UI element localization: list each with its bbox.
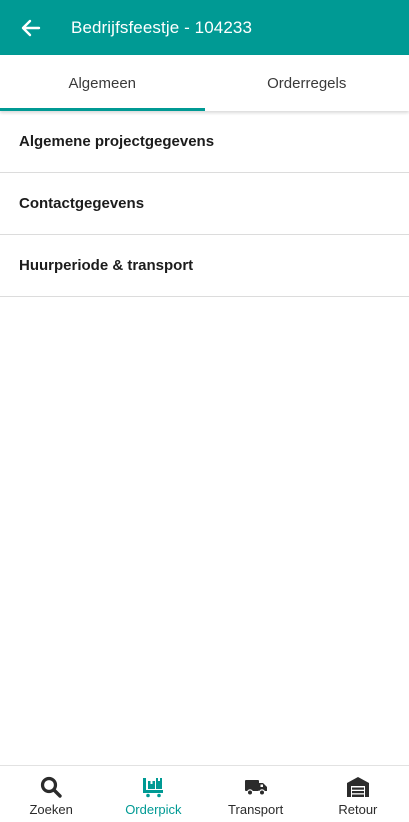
app-bar: Bedrijfsfeestje - 104233 bbox=[0, 0, 409, 55]
section-algemene-projectgegevens[interactable]: Algemene projectgegevens bbox=[0, 111, 409, 173]
warehouse-icon bbox=[346, 777, 369, 797]
tab-label: Orderregels bbox=[267, 74, 347, 92]
nav-item-retour[interactable]: Retour bbox=[307, 766, 409, 822]
search-icon bbox=[41, 776, 62, 798]
section-huurperiode-transport[interactable]: Huurperiode & transport bbox=[0, 235, 409, 297]
arrow-left-icon bbox=[21, 19, 41, 36]
nav-item-zoeken[interactable]: Zoeken bbox=[0, 766, 102, 822]
nav-item-orderpick[interactable]: Orderpick bbox=[102, 766, 204, 822]
truck-icon bbox=[244, 780, 267, 796]
tab-bar: Algemeen Orderregels bbox=[0, 55, 409, 111]
section-label: Huurperiode & transport bbox=[19, 257, 194, 274]
back-button[interactable] bbox=[0, 0, 62, 55]
pallet-icon bbox=[143, 778, 164, 798]
nav-label: Zoeken bbox=[29, 802, 73, 817]
section-contactgegevens[interactable]: Contactgegevens bbox=[0, 173, 409, 235]
nav-item-transport[interactable]: Transport bbox=[205, 766, 307, 822]
tab-orderregels[interactable]: Orderregels bbox=[205, 55, 409, 111]
section-label: Contactgegevens bbox=[19, 195, 145, 212]
nav-label: Retour bbox=[338, 802, 378, 817]
section-list: Algemene projectgegevens Contactgegevens… bbox=[0, 111, 409, 297]
tab-label: Algemeen bbox=[68, 74, 137, 92]
bottom-navigation: Zoeken Orderpick Transport Retour bbox=[0, 765, 409, 822]
tab-algemeen[interactable]: Algemeen bbox=[0, 55, 205, 111]
nav-label: Orderpick bbox=[125, 802, 182, 817]
section-label: Algemene projectgegevens bbox=[19, 133, 215, 150]
page-title: Bedrijfsfeestje - 104233 bbox=[71, 17, 253, 37]
nav-label: Transport bbox=[228, 802, 284, 817]
